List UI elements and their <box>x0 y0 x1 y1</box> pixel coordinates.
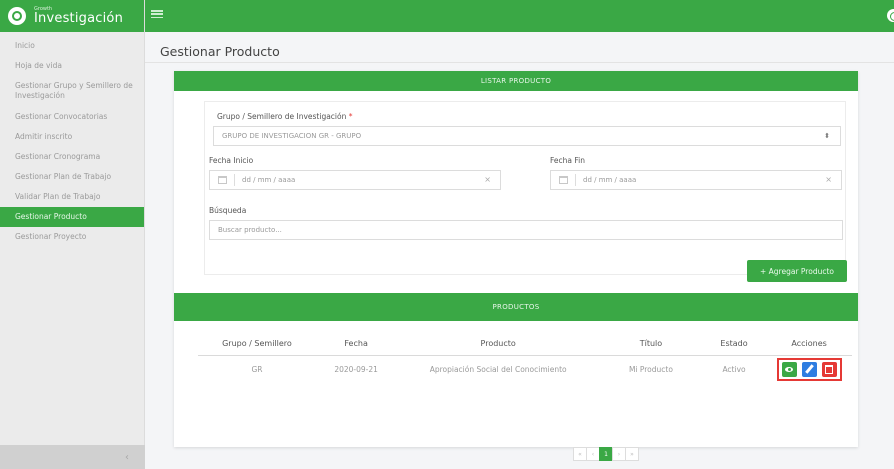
listar-header: LISTAR PRODUCTO <box>174 71 858 91</box>
column-producto[interactable]: Producto <box>396 333 601 356</box>
edit-button[interactable] <box>801 361 817 377</box>
cell-titulo: Mi Producto <box>628 364 673 374</box>
group-select-value: GRUPO DE INVESTIGACION GR - GRUPO <box>222 132 362 140</box>
clear-icon[interactable]: × <box>825 175 832 184</box>
group-select[interactable]: GRUPO DE INVESTIGACION GR - GRUPO ⬍ <box>213 126 841 146</box>
required-mark: * <box>348 112 353 121</box>
fecha-fin-input[interactable]: dd / mm / aaaa × <box>550 170 842 190</box>
user-icon[interactable] <box>887 9 894 22</box>
sidebar-item-gestionar-convocatorias[interactable]: Gestionar Convocatorias <box>0 107 144 127</box>
sidebar-collapse-button[interactable]: ‹ <box>0 445 145 469</box>
add-product-button[interactable]: + Agregar Producto <box>747 260 847 282</box>
sidebar-nav: Inicio Hoja de vida Gestionar Grupo y Se… <box>0 32 144 247</box>
group-label: Grupo / Semillero de Investigación * <box>217 112 353 121</box>
page-last-button[interactable]: » <box>625 447 639 461</box>
pencil-icon <box>804 364 814 375</box>
fecha-inicio-placeholder: dd / mm / aaaa <box>242 176 296 184</box>
page-next-button[interactable]: › <box>612 447 626 461</box>
sidebar-item-gestionar-cronograma[interactable]: Gestionar Cronograma <box>0 147 144 167</box>
trash-icon <box>825 364 834 374</box>
sidebar-item-gestionar-grupo[interactable]: Gestionar Grupo y Semillero de Investiga… <box>0 76 144 106</box>
fecha-inicio-input[interactable]: dd / mm / aaaa × <box>209 170 501 190</box>
sidebar: Growth Investigación Inicio Hoja de vida… <box>0 0 145 469</box>
calendar-icon <box>218 176 227 184</box>
sidebar-item-gestionar-producto[interactable]: Gestionar Producto <box>0 207 144 228</box>
divider <box>145 62 894 63</box>
view-button[interactable] <box>781 361 797 377</box>
eye-icon <box>785 366 794 372</box>
select-caret-icon: ⬍ <box>824 132 830 140</box>
table-header-row: Grupo / Semillero Fecha Producto Título … <box>198 333 852 356</box>
page-prev-button[interactable]: ‹ <box>586 447 600 461</box>
sidebar-item-gestionar-plan[interactable]: Gestionar Plan de Trabajo <box>0 167 144 187</box>
sidebar-item-inicio[interactable]: Inicio <box>0 36 144 56</box>
fecha-inicio-label: Fecha Inicio <box>209 156 254 165</box>
busqueda-label: Búsqueda <box>209 206 247 215</box>
sidebar-item-gestionar-proyecto[interactable]: Gestionar Proyecto <box>0 227 144 247</box>
column-grupo[interactable]: Grupo / Semillero <box>198 333 316 356</box>
column-titulo[interactable]: Título <box>600 333 702 356</box>
search-placeholder: Buscar producto... <box>218 226 282 234</box>
page-current-button[interactable]: 1 <box>599 447 613 461</box>
page-title: Gestionar Producto <box>160 44 280 59</box>
product-card: LISTAR PRODUCTO Grupo / Semillero de Inv… <box>174 71 858 461</box>
productos-header: PRODUCTOS <box>174 293 858 321</box>
table-row: GR 2020-09-21 Apropiación Social del Con… <box>198 355 852 383</box>
column-acciones: Acciones <box>766 333 852 356</box>
column-estado[interactable]: Estado <box>701 333 767 356</box>
column-fecha[interactable]: Fecha <box>315 333 397 356</box>
chevron-left-icon: ‹ <box>125 451 129 463</box>
pagination: « ‹ 1 › » <box>573 447 639 461</box>
calendar-icon <box>559 176 568 184</box>
brand[interactable]: Growth Investigación <box>0 0 144 32</box>
clear-icon[interactable]: × <box>484 175 491 184</box>
delete-button[interactable] <box>821 361 837 377</box>
search-input[interactable]: Buscar producto... <box>209 220 843 240</box>
cell-acciones <box>766 355 852 383</box>
filter-box: Grupo / Semillero de Investigación * GRU… <box>204 101 846 275</box>
sidebar-item-validar-plan[interactable]: Validar Plan de Trabajo <box>0 187 144 207</box>
topbar <box>145 0 894 32</box>
fecha-fin-placeholder: dd / mm / aaaa <box>583 176 637 184</box>
cell-producto: Apropiación Social del Conocimiento <box>429 364 567 374</box>
page-first-button[interactable]: « <box>573 447 587 461</box>
sidebar-item-admitir-inscrito[interactable]: Admitir inscrito <box>0 127 144 147</box>
cell-estado: Activo <box>722 364 746 374</box>
menu-icon[interactable] <box>151 8 163 20</box>
row-actions <box>776 357 842 381</box>
cell-grupo: GR <box>251 364 263 374</box>
products-table: Grupo / Semillero Fecha Producto Título … <box>198 333 852 383</box>
cell-fecha: 2020-09-21 <box>334 364 378 374</box>
sidebar-item-hoja-de-vida[interactable]: Hoja de vida <box>0 56 144 76</box>
logo-icon <box>8 7 26 25</box>
brand-title: Investigación <box>34 11 124 26</box>
fecha-fin-label: Fecha Fin <box>550 156 585 165</box>
